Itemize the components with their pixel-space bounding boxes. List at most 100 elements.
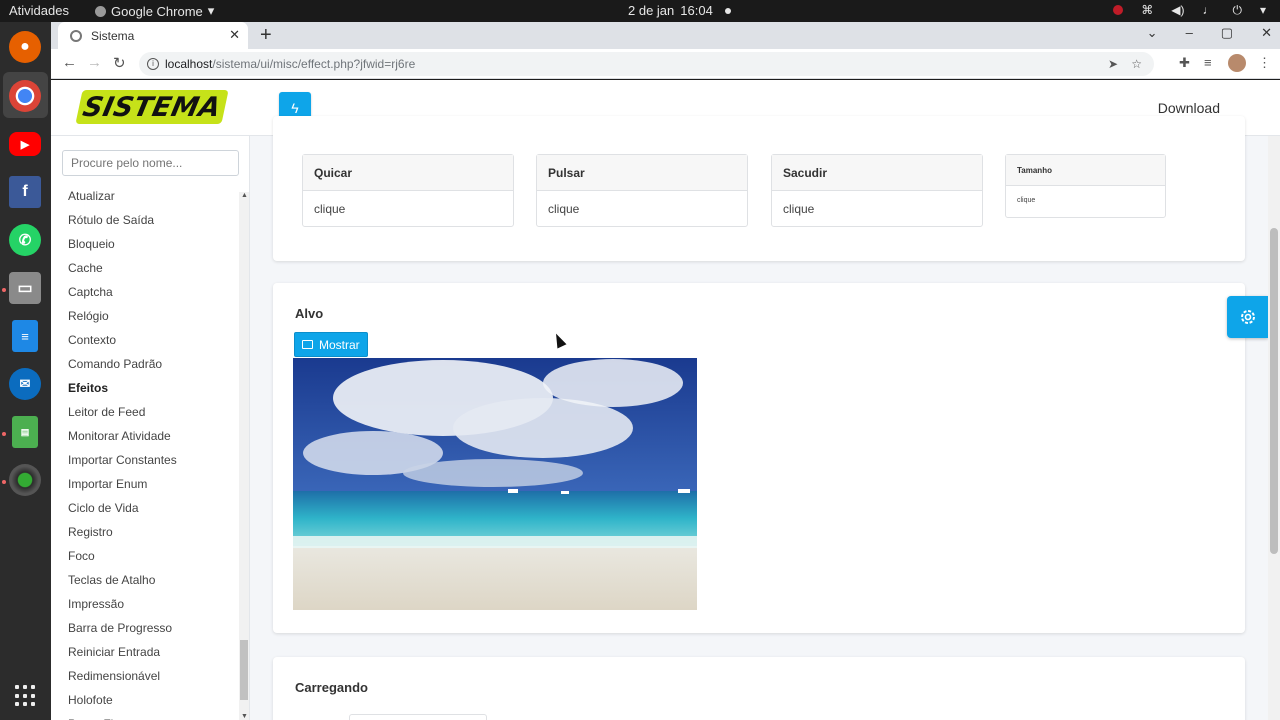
youtube-icon[interactable]: ▶ (9, 132, 41, 156)
sidebar-item[interactable]: Relógio (51, 304, 238, 328)
close-window-icon[interactable]: ✕ (1261, 25, 1272, 41)
profile-avatar[interactable] (1228, 54, 1246, 72)
sidebar-item[interactable]: Importar Constantes (51, 448, 238, 472)
lightning-icon: ϟ (291, 99, 299, 116)
app-menu[interactable]: Google Chrome ▾ (95, 3, 214, 19)
chrome-icon (95, 5, 106, 17)
sidebar-scrollbar[interactable]: ▲ ▼ (239, 192, 249, 720)
page-scroll-thumb[interactable] (1270, 228, 1278, 554)
sidebar-item[interactable]: Efeitos (51, 376, 238, 400)
download-link[interactable]: Download (1158, 100, 1220, 116)
sidebar-item[interactable]: Holofote (51, 688, 238, 712)
forward-icon[interactable]: → (87, 54, 102, 71)
dock: ● ▶ f ✆ ▭ ≡ ✉ ▤ (0, 22, 51, 720)
send-icon[interactable]: ➤ (1108, 52, 1118, 76)
activities-button[interactable]: Atividades (9, 3, 69, 18)
sidebar-item[interactable]: Captcha (51, 280, 238, 304)
clock[interactable]: 2 de jan 16:04 (628, 3, 731, 18)
beach-photo (293, 358, 697, 610)
sidebar-item[interactable]: Reiniciar Entrada (51, 640, 238, 664)
star-icon[interactable]: ☆ (1131, 52, 1142, 76)
notification-dot-icon (724, 7, 731, 14)
sidebar-item[interactable]: Redimensionável (51, 664, 238, 688)
thunderbird-icon[interactable]: ✉ (9, 368, 41, 400)
power-icon: ⏻ (1232, 3, 1242, 17)
gear-icon (1240, 310, 1255, 324)
address-bar[interactable]: i localhost/sistema/ui/misc/effect.php?j… (139, 52, 1154, 76)
files-icon[interactable]: ▭ (9, 272, 41, 304)
facebook-icon[interactable]: f (9, 176, 41, 208)
sidebar-item[interactable]: Atualizar (51, 184, 238, 208)
sidebar-item[interactable]: Barra de Progresso (51, 616, 238, 640)
sidebar-menu: Atualizar Rótulo de Saída Bloqueio Cache Cap… (51, 184, 238, 720)
scroll-down-icon[interactable]: ▼ (241, 713, 248, 720)
show-button-label: Mostrar (319, 337, 360, 352)
effect-pulse[interactable]: Pulsar clique (536, 154, 748, 227)
running-indicator (2, 432, 6, 436)
close-tab-icon[interactable]: ✕ (229, 27, 240, 43)
effect-shake[interactable]: Sacudir clique (771, 154, 983, 227)
recording-icon (1113, 5, 1124, 15)
scroll-up-icon[interactable]: ▲ (241, 192, 248, 199)
page-viewport: SISTEMA ϟ Download AtualizarRótulo de Sa… (51, 80, 1280, 720)
chevron-down-icon: ▾ (1259, 3, 1266, 17)
tab-search-icon[interactable]: ⌄ (1147, 25, 1158, 41)
effect-action: clique (783, 202, 815, 216)
volume-icon: ◀) (1171, 3, 1185, 17)
sidebar-item[interactable]: Importar Enum (51, 472, 238, 496)
sidebar-item[interactable]: Registro (51, 520, 238, 544)
sidebar-item[interactable]: Monitorar Atividade (51, 424, 238, 448)
sidebar-item[interactable]: Impressão (51, 592, 238, 616)
back-icon[interactable]: ← (62, 54, 77, 71)
url-path: /sistema/ui/misc/effect.php?jfwid=rj6re (212, 57, 416, 71)
page-scrollbar[interactable] (1268, 136, 1280, 720)
effect-action: clique (548, 202, 580, 216)
extensions-icon[interactable]: ✚ (1179, 55, 1190, 71)
sidebar-item[interactable]: Rótulo de Saída (51, 208, 238, 232)
maximize-icon[interactable]: ▢ (1221, 25, 1233, 41)
sidebar-item[interactable]: Ciclo de Vida (51, 496, 238, 520)
settings-button[interactable] (1227, 296, 1268, 338)
image-icon (302, 340, 313, 349)
sidebar-item[interactable]: Pegar Fixo (51, 712, 238, 720)
browser-tab[interactable]: Sistema ✕ (58, 22, 248, 49)
document-icon[interactable]: ≡ (12, 320, 38, 352)
tab-title: Sistema (91, 28, 135, 43)
sidebar-item[interactable]: Foco (51, 544, 238, 568)
show-apps-icon[interactable] (15, 685, 37, 707)
sidebar-item[interactable]: Cache (51, 256, 238, 280)
clock-time: 16:04 (680, 3, 713, 18)
reload-icon[interactable]: ↻ (113, 54, 126, 72)
globe-icon[interactable] (9, 464, 41, 496)
media-icon[interactable]: ≡ (1204, 55, 1212, 70)
effect-size[interactable]: Tamanho clique (1005, 154, 1166, 218)
logo[interactable]: SISTEMA (75, 90, 229, 124)
sidebar-item[interactable]: Comando Padrão (51, 352, 238, 376)
search-input[interactable] (62, 150, 239, 176)
chrome-icon[interactable] (9, 80, 41, 112)
effect-bounce[interactable]: Quicar clique (302, 154, 514, 227)
show-button[interactable]: Mostrar (294, 332, 368, 357)
system-tray[interactable]: ⌘ ◀) ♩ ⏻ ▾ (1113, 3, 1266, 18)
clock-date: 2 de jan (628, 3, 675, 18)
notepad-icon[interactable]: ▤ (12, 416, 38, 448)
effect-action: clique (1017, 197, 1036, 204)
firefox-icon[interactable]: ● (9, 31, 41, 63)
new-tab-button[interactable]: + (260, 24, 272, 47)
main-content: Quicar clique Pulsar clique Sacudir cliq… (250, 116, 1266, 720)
sidebar-item[interactable]: Leitor de Feed (51, 400, 238, 424)
site-info-icon[interactable]: i (147, 58, 159, 70)
tab-strip: Sistema ✕ + ⌄ – ▢ ✕ (51, 22, 1280, 49)
menu-dots-icon[interactable]: ⋮ (1258, 55, 1271, 71)
sidebar-item[interactable]: Teclas de Atalho (51, 568, 238, 592)
minimize-icon[interactable]: – (1186, 25, 1193, 41)
running-indicator (2, 480, 6, 484)
whatsapp-icon[interactable]: ✆ (9, 224, 41, 256)
sidebar-scroll-thumb[interactable] (240, 640, 248, 700)
sidebar-item[interactable]: Bloqueio (51, 232, 238, 256)
network-icon: ⌘ (1141, 3, 1154, 17)
sidebar-item[interactable]: Contexto (51, 328, 238, 352)
app-menu-label: Google Chrome (111, 3, 203, 19)
loading-card: Carregando (273, 657, 1245, 720)
caret-down-icon: ▾ (207, 3, 215, 18)
